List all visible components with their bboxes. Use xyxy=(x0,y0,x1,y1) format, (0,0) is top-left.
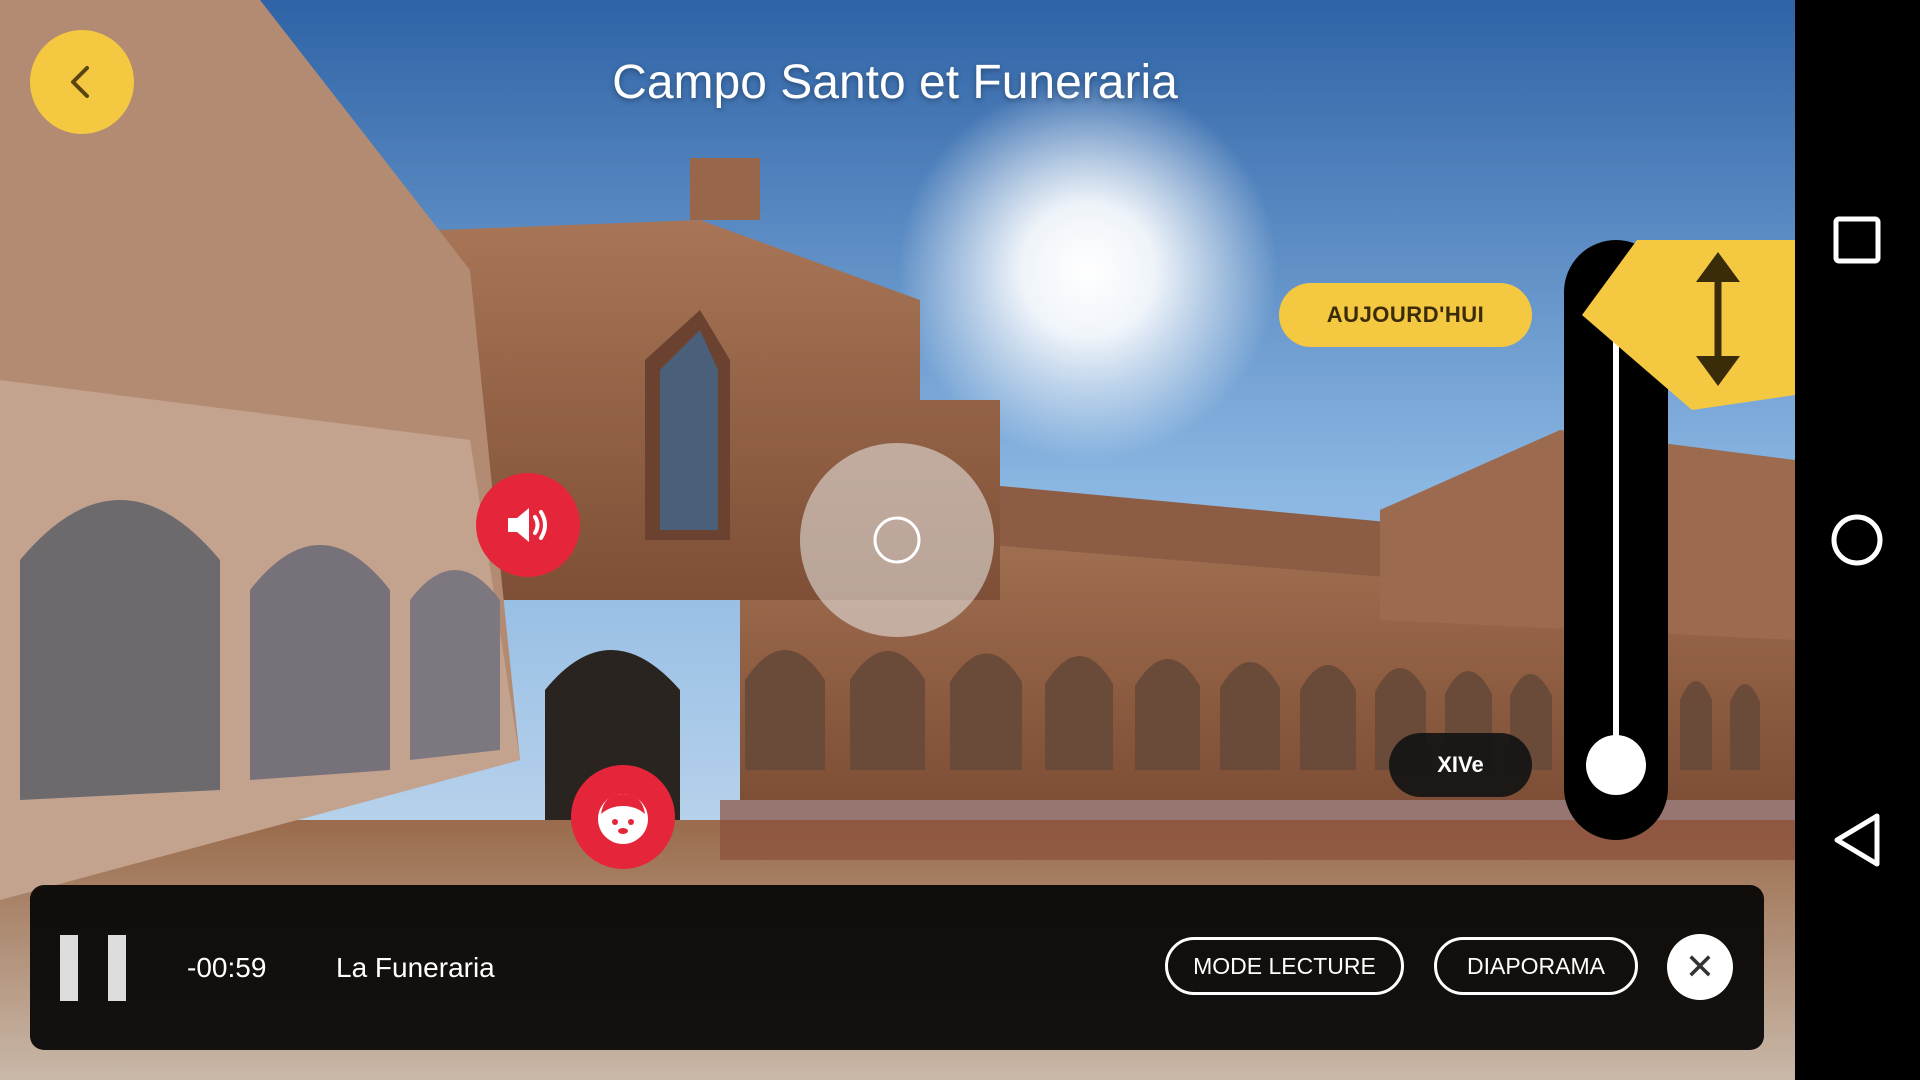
character-face-icon xyxy=(598,794,648,844)
pause-button[interactable] xyxy=(60,935,126,1001)
page-title: Campo Santo et Funeraria xyxy=(612,56,1178,109)
diaporama-button[interactable]: DIAPORAMA xyxy=(1434,937,1638,995)
android-navigation-bar xyxy=(1795,0,1920,1080)
speaker-icon xyxy=(508,508,547,542)
back-button[interactable] xyxy=(30,30,134,134)
square-icon xyxy=(1833,216,1881,264)
recents-button[interactable] xyxy=(1817,200,1897,280)
view-focus-target[interactable] xyxy=(800,443,994,637)
home-button[interactable] xyxy=(1817,500,1897,580)
triangle-back-icon xyxy=(1834,813,1880,867)
close-icon: ✕ xyxy=(1684,946,1716,987)
close-player-button[interactable]: ✕ xyxy=(1667,934,1733,1000)
chevron-left-icon xyxy=(71,66,89,98)
audio-hotspot-button[interactable] xyxy=(476,473,580,577)
timeline-label-era[interactable]: XIVe xyxy=(1389,733,1532,797)
playback-time: -00:59 xyxy=(187,952,267,983)
system-back-button[interactable] xyxy=(1817,800,1897,880)
circle-target-icon xyxy=(873,516,921,564)
panorama-viewport[interactable]: Campo Santo et Funeraria AUJOURD'HUI XIV… xyxy=(0,0,1795,1080)
timeline-slider-thumb[interactable] xyxy=(1586,735,1646,795)
track-title: La Funeraria xyxy=(336,952,495,983)
guide-hotspot-button[interactable] xyxy=(571,765,675,869)
timeline-drag-handle[interactable] xyxy=(1582,240,1795,410)
pause-icon-bar-left xyxy=(60,935,78,1001)
circle-icon xyxy=(1831,514,1883,566)
mode-lecture-button[interactable]: MODE LECTURE xyxy=(1165,937,1404,995)
pause-icon-bar-right xyxy=(108,935,126,1001)
timeline-label-today[interactable]: AUJOURD'HUI xyxy=(1279,283,1532,347)
